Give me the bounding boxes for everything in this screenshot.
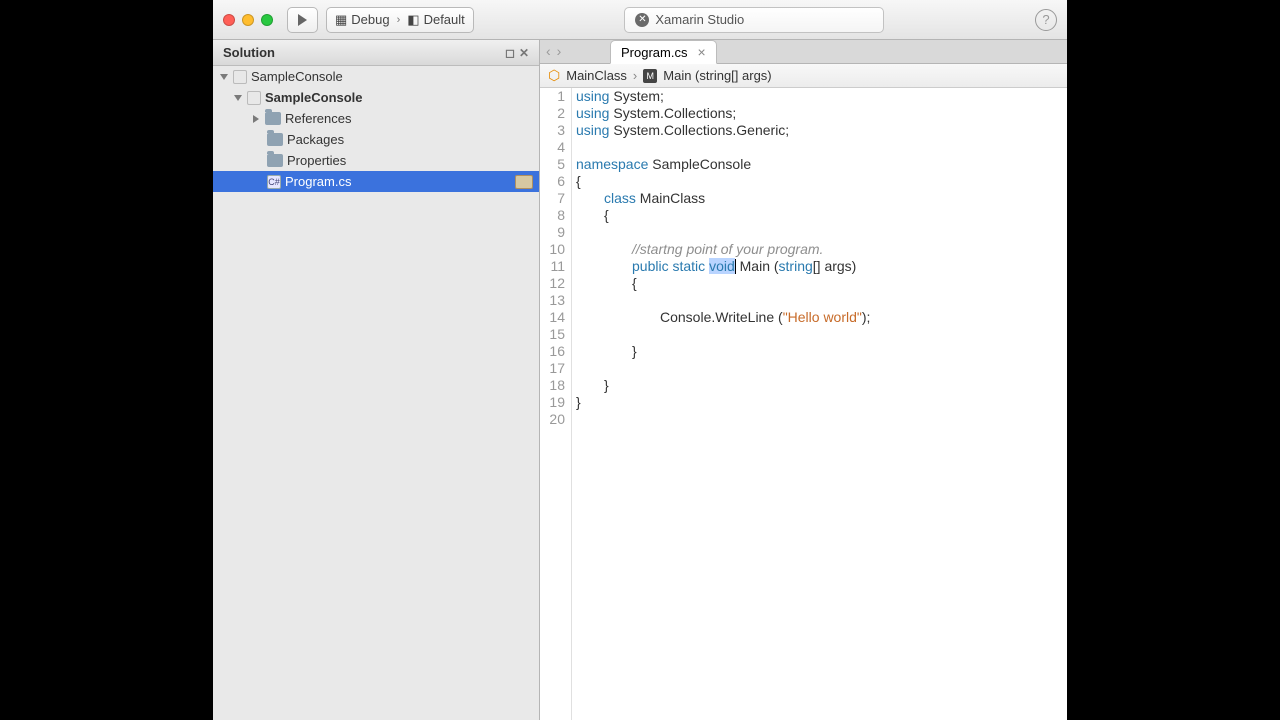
- run-button[interactable]: [287, 7, 318, 33]
- chevron-right-icon: ›: [394, 14, 404, 26]
- solution-node[interactable]: SampleConsole: [213, 66, 539, 87]
- zoom-window-button[interactable]: [261, 14, 273, 26]
- program-file-label: Program.cs: [285, 174, 351, 189]
- toolbar: ▦ Debug › ◧ Default ✕ Xamarin Studio ?: [213, 0, 1067, 40]
- properties-label: Properties: [287, 153, 346, 168]
- minimize-window-button[interactable]: [242, 14, 254, 26]
- editor-area: ‹ › Program.cs × ⬡ MainClass › M Main (s…: [540, 40, 1067, 720]
- close-tab-icon[interactable]: ×: [697, 45, 705, 59]
- solution-tree[interactable]: SampleConsole SampleConsole References P…: [213, 66, 539, 720]
- chevron-right-icon: ›: [633, 68, 637, 83]
- tab-strip: ‹ › Program.cs ×: [540, 40, 1067, 64]
- app-title: Xamarin Studio: [655, 12, 744, 27]
- packages-node[interactable]: Packages: [213, 129, 539, 150]
- disclosure-icon[interactable]: [253, 115, 259, 123]
- solution-icon: [233, 70, 247, 84]
- build-config-default: Default: [424, 12, 465, 27]
- solution-panel: Solution ◻ ✕ SampleConsole SampleConsole: [213, 40, 540, 720]
- solution-name: SampleConsole: [251, 69, 343, 84]
- properties-node[interactable]: Properties: [213, 150, 539, 171]
- tab-label: Program.cs: [621, 45, 687, 60]
- breadcrumb-class[interactable]: MainClass: [566, 68, 627, 83]
- class-icon: ⬡: [548, 67, 560, 84]
- project-node[interactable]: SampleConsole: [213, 87, 539, 108]
- project-name: SampleConsole: [265, 90, 363, 105]
- folder-icon: [267, 154, 283, 167]
- method-icon: M: [643, 69, 657, 83]
- packages-label: Packages: [287, 132, 344, 147]
- code-content[interactable]: using System;using System.Collections;us…: [572, 88, 1067, 720]
- tab-program-cs[interactable]: Program.cs ×: [610, 40, 717, 64]
- project-icon: [247, 91, 261, 105]
- csharp-file-icon: C#: [267, 175, 281, 189]
- text-cursor: [735, 259, 736, 274]
- disclosure-icon[interactable]: [220, 74, 228, 80]
- solution-panel-title: Solution: [223, 45, 275, 60]
- help-button[interactable]: ?: [1035, 9, 1057, 31]
- build-config-debug: Debug: [351, 12, 389, 27]
- folder-icon: [267, 133, 283, 146]
- selected-token: void: [709, 258, 735, 274]
- pin-icon[interactable]: ◻: [505, 46, 515, 60]
- breadcrumb[interactable]: ⬡ MainClass › M Main (string[] args): [540, 64, 1067, 88]
- program-file-node[interactable]: C# Program.cs: [213, 171, 539, 192]
- nav-back-button[interactable]: ‹: [546, 43, 551, 59]
- solution-panel-header: Solution ◻ ✕: [213, 40, 539, 66]
- line-gutter: 1234567891011121314151617181920: [540, 88, 572, 720]
- disclosure-icon[interactable]: [234, 95, 242, 101]
- references-label: References: [285, 111, 351, 126]
- folder-icon: [265, 112, 281, 125]
- references-node[interactable]: References: [213, 108, 539, 129]
- status-bar[interactable]: ✕ Xamarin Studio: [624, 7, 884, 33]
- window-controls: [223, 14, 273, 26]
- build-config-selector[interactable]: ▦ Debug › ◧ Default: [326, 7, 474, 33]
- component-icon[interactable]: [515, 175, 533, 189]
- close-panel-icon[interactable]: ✕: [519, 46, 529, 60]
- nav-forward-button[interactable]: ›: [557, 43, 562, 59]
- play-icon: [298, 14, 307, 26]
- breadcrumb-method[interactable]: Main (string[] args): [663, 68, 771, 83]
- close-window-button[interactable]: [223, 14, 235, 26]
- code-editor[interactable]: 1234567891011121314151617181920 using Sy…: [540, 88, 1067, 720]
- xamarin-icon: ✕: [635, 13, 649, 27]
